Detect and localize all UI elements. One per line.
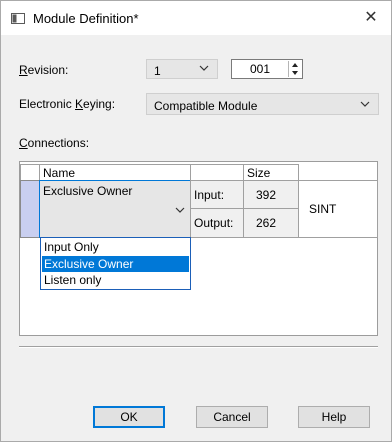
row-selector[interactable]: [20, 180, 40, 238]
revision-minor-value: 001: [250, 62, 271, 76]
grid-header-blank: [190, 164, 244, 181]
chevron-down-icon: [360, 101, 370, 107]
dropdown-option-input-only[interactable]: Input Only: [42, 239, 189, 255]
chevron-down-icon: [199, 65, 209, 71]
separator: [19, 346, 378, 348]
window-title: Module Definition*: [33, 11, 139, 26]
revision-major-value: 1: [154, 64, 161, 78]
ok-button[interactable]: OK: [93, 406, 165, 428]
spin-down-icon[interactable]: [289, 69, 301, 77]
close-icon: ✕: [364, 9, 378, 26]
revision-major-select[interactable]: 1: [146, 59, 218, 79]
input-size-cell: 392: [243, 180, 299, 209]
revision-minor-spinner[interactable]: 001: [231, 59, 303, 79]
dropdown-option-listen-only[interactable]: Listen only: [42, 272, 189, 288]
connection-name-value: Exclusive Owner: [43, 184, 133, 198]
grid-header-size: Size: [243, 164, 299, 181]
revision-label: Revision:: [19, 63, 69, 77]
output-label-cell: Output:: [190, 208, 244, 238]
spin-up-icon[interactable]: [289, 61, 301, 69]
title-bar: Module Definition* ✕: [1, 1, 391, 35]
electronic-keying-value: Compatible Module: [154, 99, 258, 113]
electronic-keying-label: Electronic Keying:: [19, 97, 116, 111]
spin-buttons: [288, 61, 301, 77]
connections-label: Connections:: [19, 136, 90, 150]
input-label-cell: Input:: [190, 180, 244, 209]
chevron-down-icon: [175, 207, 185, 213]
help-button[interactable]: Help: [298, 406, 370, 428]
connection-name-dropdown: Input Only Exclusive Owner Listen only: [40, 237, 191, 290]
dropdown-option-exclusive-owner[interactable]: Exclusive Owner: [42, 256, 189, 272]
module-definition-dialog: Module Definition* ✕ Revision: 1 001 Ele…: [0, 0, 392, 442]
module-definition-icon: [11, 13, 25, 24]
grid-header-corner: [20, 164, 40, 181]
size-type-cell: SINT: [298, 180, 378, 238]
close-button[interactable]: ✕: [351, 1, 391, 35]
connection-name-combo[interactable]: Exclusive Owner: [39, 180, 191, 238]
electronic-keying-select[interactable]: Compatible Module: [146, 93, 379, 115]
output-size-cell: 262: [243, 208, 299, 238]
cancel-button[interactable]: Cancel: [196, 406, 268, 428]
grid-header-name: Name: [39, 164, 191, 181]
